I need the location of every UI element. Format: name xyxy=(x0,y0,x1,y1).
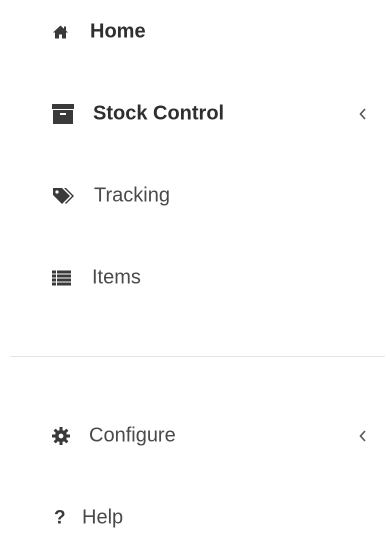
sidebar-item-label: Home xyxy=(90,20,146,43)
sidebar-divider xyxy=(10,356,385,357)
tags-icon xyxy=(52,187,76,205)
sidebar-item-label: Help xyxy=(82,506,124,529)
sidebar-item-configure[interactable]: Configure xyxy=(0,411,385,461)
sidebar-nav: Home Stock Control Tracking Items Config… xyxy=(0,0,385,529)
home-icon xyxy=(52,25,69,40)
question-icon: ? xyxy=(54,507,66,529)
sidebar-item-label: Items xyxy=(92,266,141,289)
sidebar-item-help[interactable]: ? Help xyxy=(0,493,385,543)
sidebar-item-label: Tracking xyxy=(94,184,170,207)
list-icon xyxy=(52,270,71,286)
sidebar-item-home[interactable]: Home xyxy=(0,7,385,57)
sidebar-item-label: Stock Control xyxy=(93,102,225,125)
gear-icon xyxy=(52,427,70,445)
sidebar-item-stock-control[interactable]: Stock Control xyxy=(0,89,385,139)
sidebar-item-tracking[interactable]: Tracking xyxy=(0,171,385,221)
archive-box-icon xyxy=(52,104,74,124)
chevron-left-icon[interactable] xyxy=(356,107,370,121)
chevron-left-icon[interactable] xyxy=(356,429,370,443)
sidebar-item-items[interactable]: Items xyxy=(0,253,385,303)
sidebar-item-label: Configure xyxy=(89,424,176,447)
